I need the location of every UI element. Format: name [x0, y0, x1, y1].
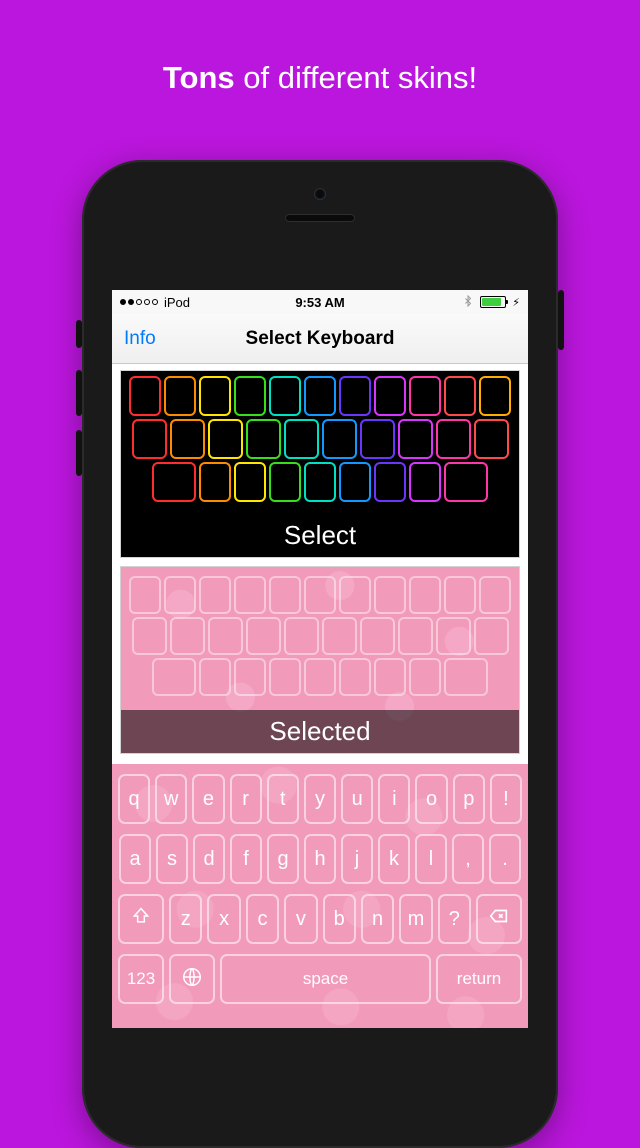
key-u[interactable]: u — [341, 774, 373, 824]
key-y[interactable]: y — [304, 774, 336, 824]
key-p[interactable]: p — [453, 774, 485, 824]
backspace-key[interactable] — [476, 894, 522, 944]
key-.[interactable]: . — [489, 834, 521, 884]
front-camera — [314, 188, 326, 200]
battery-icon — [480, 296, 506, 308]
key-a[interactable]: a — [119, 834, 151, 884]
key-e[interactable]: e — [192, 774, 224, 824]
shift-key[interactable] — [118, 894, 164, 944]
key-f[interactable]: f — [230, 834, 262, 884]
key-i[interactable]: i — [378, 774, 410, 824]
key-c[interactable]: c — [246, 894, 279, 944]
skin-card-rainbow[interactable]: Select — [120, 370, 520, 558]
nav-bar: Info Select Keyboard — [112, 314, 528, 364]
nav-title: Select Keyboard — [112, 328, 528, 350]
key-,[interactable]: , — [452, 834, 484, 884]
skin-action-label[interactable]: Selected — [121, 710, 519, 753]
space-key-label: space — [303, 969, 348, 989]
shift-icon — [131, 906, 151, 932]
key-?[interactable]: ? — [438, 894, 471, 944]
headline-bold: Tons — [163, 60, 235, 95]
key-x[interactable]: x — [207, 894, 240, 944]
volume-up-button — [76, 370, 82, 416]
headline-rest: of different skins! — [235, 60, 477, 95]
key-t[interactable]: t — [267, 774, 299, 824]
globe-icon — [181, 966, 203, 993]
key-h[interactable]: h — [304, 834, 336, 884]
key-r[interactable]: r — [230, 774, 262, 824]
key-o[interactable]: o — [415, 774, 447, 824]
skin-action-label[interactable]: Select — [121, 514, 519, 557]
key-j[interactable]: j — [341, 834, 373, 884]
headline: Tons of different skins! — [0, 0, 640, 96]
numbers-key-label: 123 — [127, 969, 155, 989]
mute-switch — [76, 320, 82, 348]
globe-key[interactable] — [169, 954, 215, 1004]
return-key[interactable]: return — [436, 954, 522, 1004]
key-v[interactable]: v — [284, 894, 317, 944]
backspace-icon — [488, 905, 510, 933]
space-key[interactable]: space — [220, 954, 431, 1004]
status-time: 9:53 AM — [112, 295, 528, 310]
key-l[interactable]: l — [415, 834, 447, 884]
volume-down-button — [76, 430, 82, 476]
key-m[interactable]: m — [399, 894, 432, 944]
power-button — [558, 290, 564, 350]
status-bar: iPod 9:53 AM ⚡︎ — [112, 290, 528, 314]
key-b[interactable]: b — [323, 894, 356, 944]
key-q[interactable]: q — [118, 774, 150, 824]
return-key-label: return — [457, 969, 501, 989]
key-![interactable]: ! — [490, 774, 522, 824]
key-w[interactable]: w — [155, 774, 187, 824]
key-n[interactable]: n — [361, 894, 394, 944]
keyboard: qwertyuiop! asdfghjkl,. zxcvbnm? 123 spa… — [112, 764, 528, 1028]
screen: iPod 9:53 AM ⚡︎ Info Select Keyboard Sel — [112, 290, 528, 1028]
skin-list[interactable]: Select Selected — [112, 364, 528, 764]
key-d[interactable]: d — [193, 834, 225, 884]
key-s[interactable]: s — [156, 834, 188, 884]
skin-card-pink[interactable]: Selected — [120, 566, 520, 754]
key-g[interactable]: g — [267, 834, 299, 884]
numbers-key[interactable]: 123 — [118, 954, 164, 1004]
phone-frame: iPod 9:53 AM ⚡︎ Info Select Keyboard Sel — [82, 160, 558, 1148]
key-k[interactable]: k — [378, 834, 410, 884]
key-z[interactable]: z — [169, 894, 202, 944]
earpiece-speaker — [285, 214, 355, 222]
